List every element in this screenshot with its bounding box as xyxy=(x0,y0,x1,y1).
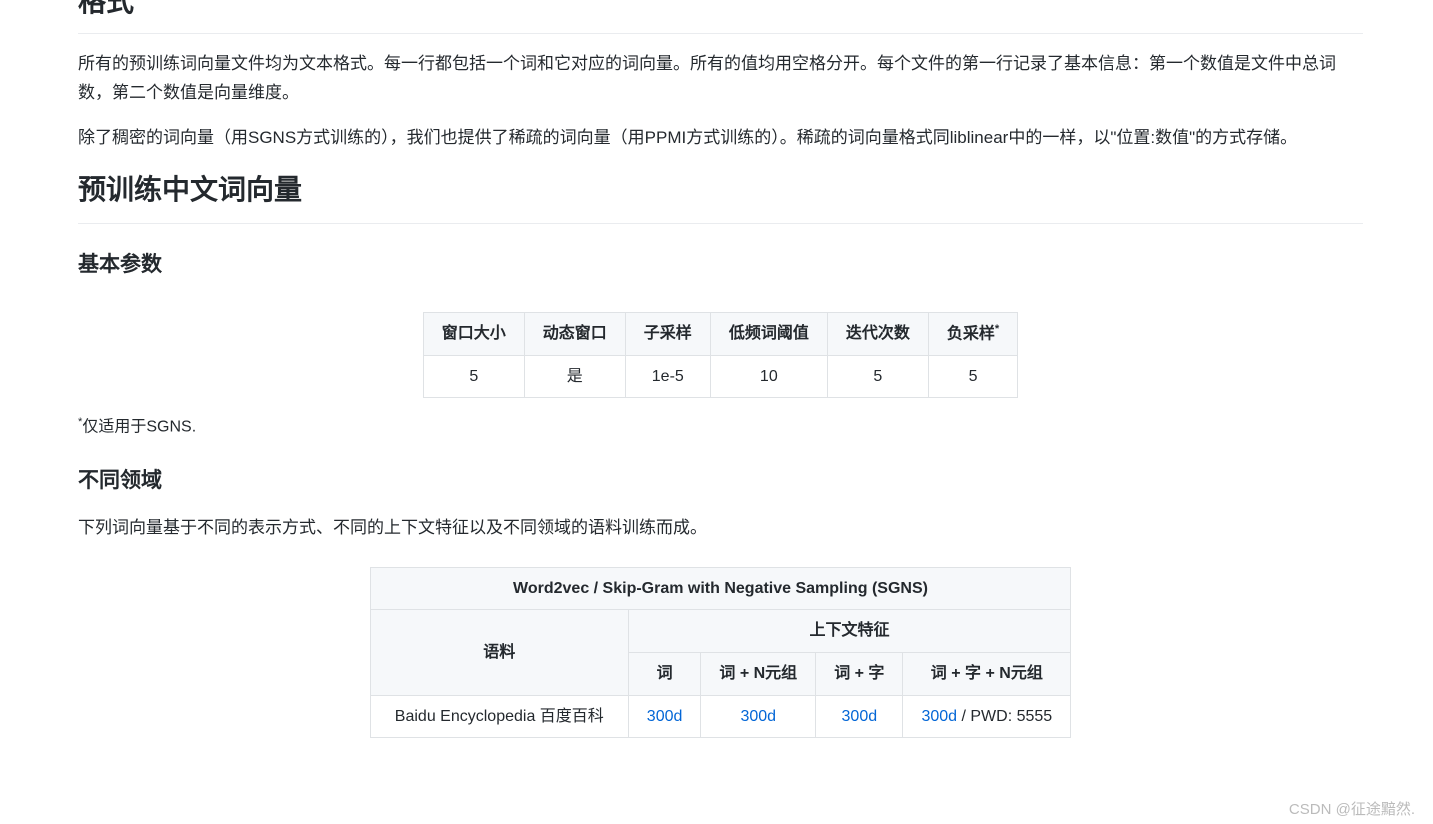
params-table: 窗口大小 动态窗口 子采样 低频词阈值 迭代次数 负采样* 5 是 1e-5 1… xyxy=(423,312,1018,399)
format-heading: 格式 xyxy=(78,0,1363,34)
corpus-header-corpus: 语料 xyxy=(370,610,628,695)
corpus-header-context: 上下文特征 xyxy=(628,610,1070,653)
params-header-text: 负采样 xyxy=(947,325,995,342)
table-row: Baidu Encyclopedia 百度百科 300d 300d 300d 3… xyxy=(370,695,1070,738)
params-header-cell: 迭代次数 xyxy=(827,312,928,355)
download-cell: 300d xyxy=(701,695,816,738)
context-col-header: 词 + N元组 xyxy=(701,652,816,695)
params-note: *仅适用于SGNS. xyxy=(78,414,1363,440)
download-cell: 300d xyxy=(628,695,701,738)
format-paragraph-2: 除了稠密的词向量（用SGNS方式训练的），我们也提供了稀疏的词向量（用PPMI方… xyxy=(78,124,1363,153)
pwd-text: / PWD: 5555 xyxy=(957,708,1052,725)
params-value-cell: 1e-5 xyxy=(625,355,710,398)
pretrained-heading: 预训练中文词向量 xyxy=(78,168,1363,224)
download-link[interactable]: 300d xyxy=(921,708,957,725)
download-cell: 300d xyxy=(816,695,903,738)
corpus-table: Word2vec / Skip-Gram with Negative Sampl… xyxy=(370,567,1071,738)
params-heading: 基本参数 xyxy=(78,248,1363,282)
context-col-header: 词 + 字 + N元组 xyxy=(903,652,1071,695)
corpus-name-cell: Baidu Encyclopedia 百度百科 xyxy=(370,695,628,738)
params-header-cell: 负采样* xyxy=(928,312,1017,355)
context-col-header: 词 xyxy=(628,652,701,695)
params-header-cell: 动态窗口 xyxy=(524,312,625,355)
asterisk: * xyxy=(995,323,999,335)
download-link[interactable]: 300d xyxy=(842,708,878,725)
params-header-cell: 窗口大小 xyxy=(423,312,524,355)
note-text: 仅适用于SGNS. xyxy=(82,419,196,436)
context-col-header: 词 + 字 xyxy=(816,652,903,695)
params-header-cell: 低频词阈值 xyxy=(710,312,827,355)
domains-heading: 不同领域 xyxy=(78,464,1363,498)
domains-intro: 下列词向量基于不同的表示方式、不同的上下文特征以及不同领域的语料训练而成。 xyxy=(78,514,1363,543)
params-value-cell: 5 xyxy=(928,355,1017,398)
params-value-cell: 10 xyxy=(710,355,827,398)
watermark: CSDN @征途黯然. xyxy=(1289,798,1415,822)
params-value-cell: 5 xyxy=(423,355,524,398)
download-link[interactable]: 300d xyxy=(740,708,776,725)
params-header-row: 窗口大小 动态窗口 子采样 低频词阈值 迭代次数 负采样* xyxy=(423,312,1017,355)
download-link[interactable]: 300d xyxy=(647,708,683,725)
corpus-main-header: Word2vec / Skip-Gram with Negative Sampl… xyxy=(370,567,1070,610)
params-value-row: 5 是 1e-5 10 5 5 xyxy=(423,355,1017,398)
download-cell: 300d / PWD: 5555 xyxy=(903,695,1071,738)
params-value-cell: 是 xyxy=(524,355,625,398)
params-value-cell: 5 xyxy=(827,355,928,398)
format-paragraph-1: 所有的预训练词向量文件均为文本格式。每一行都包括一个词和它对应的词向量。所有的值… xyxy=(78,50,1363,108)
params-header-cell: 子采样 xyxy=(625,312,710,355)
